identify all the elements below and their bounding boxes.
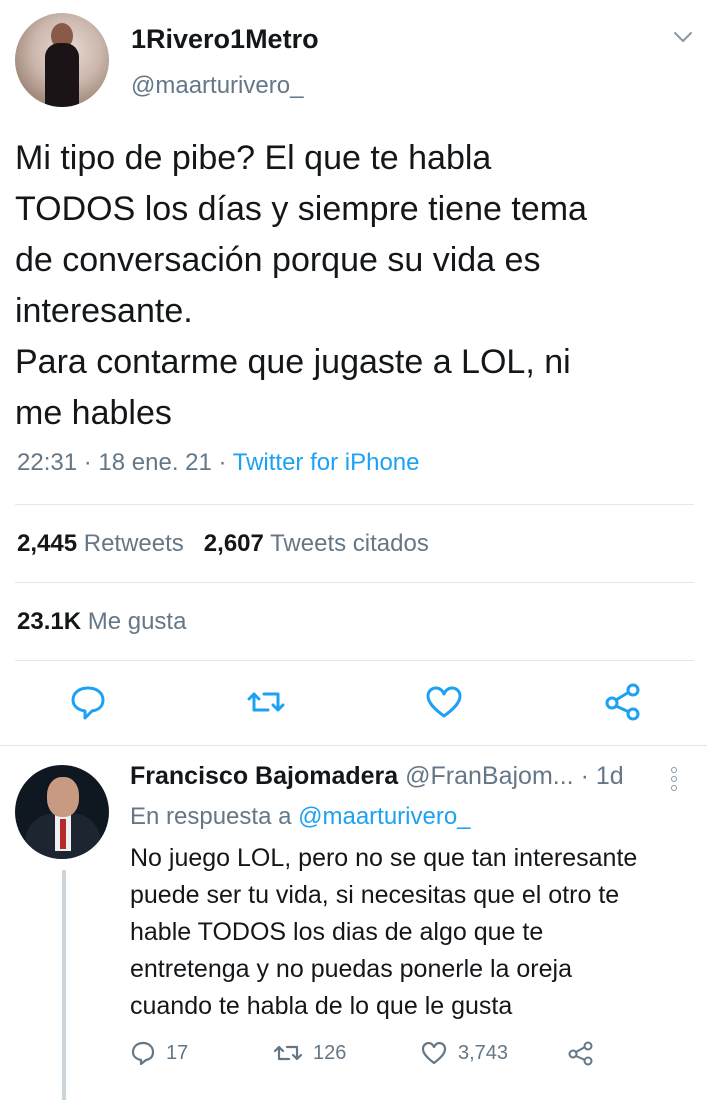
tweet-date: 18 ene. 21: [98, 449, 212, 476]
tweet-actions: [0, 680, 707, 730]
reply-actions: 17 126 3,743: [0, 1040, 707, 1080]
engagement-row: 2,445 Retweets 2,607 Tweets citados: [17, 530, 429, 558]
like-icon[interactable]: [424, 680, 464, 724]
reply-likes-count: 3,743: [458, 1041, 509, 1064]
retweets-stat[interactable]: 2,445 Retweets: [17, 530, 184, 557]
tweet-meta: 22:31 · 18 ene. 21 · Twitter for iPhone: [17, 449, 420, 476]
divider: [0, 745, 707, 746]
reply-retweets-count: 126: [313, 1041, 347, 1064]
share-icon[interactable]: [603, 680, 643, 724]
reply-icon: [131, 1041, 155, 1066]
like-icon: [421, 1041, 447, 1065]
divider: [15, 660, 694, 661]
reply-text: No juego LOL, pero no se que tan interes…: [130, 844, 638, 1020]
tweet-text: Mi tipo de pibe? El que te habla TODOS l…: [15, 139, 587, 432]
reply-author-avatar[interactable]: [15, 765, 109, 859]
quotes-stat[interactable]: 2,607 Tweets citados: [204, 530, 429, 557]
reply-age: · 1d: [580, 762, 624, 790]
reply-share-button[interactable]: [567, 1040, 595, 1066]
retweets-count: 2,445: [17, 530, 78, 557]
retweet-icon: [273, 1045, 303, 1061]
quotes-count: 2,607: [203, 530, 264, 557]
reply-header: Francisco Bajomadera @FranBajom... · 1d: [130, 762, 624, 791]
chevron-down-icon[interactable]: [672, 26, 694, 48]
likes-stat[interactable]: 23.1K Me gusta: [17, 608, 186, 636]
likes-label: Me gusta: [87, 608, 187, 635]
reply-author-name[interactable]: Francisco Bajomadera: [130, 762, 398, 790]
in-reply-to: En respuesta a @maarturivero_: [130, 803, 471, 831]
reply-author-handle[interactable]: @FranBajom...: [405, 762, 573, 790]
tweet-time: 22:31: [17, 449, 78, 476]
likes-count: 23.1K: [17, 608, 82, 635]
author-avatar[interactable]: [15, 13, 109, 107]
retweet-icon[interactable]: [246, 680, 286, 724]
author-display-name[interactable]: 1Rivero1Metro: [131, 24, 319, 55]
share-icon: [568, 1041, 593, 1066]
divider: [15, 504, 694, 505]
reply-replies-count: 17: [166, 1041, 189, 1064]
reply-like-button[interactable]: 3,743: [420, 1040, 508, 1066]
divider: [15, 582, 694, 583]
retweets-label: Retweets: [83, 530, 184, 557]
author-handle[interactable]: @maarturivero_: [131, 72, 303, 100]
tweet-source-link[interactable]: Twitter for iPhone: [233, 449, 420, 476]
reply-retweet-button[interactable]: 126: [273, 1040, 346, 1066]
quotes-label: Tweets citados: [270, 530, 429, 557]
in-reply-mention[interactable]: @maarturivero_: [298, 803, 470, 830]
more-options-icon[interactable]: [671, 767, 677, 794]
reply-icon[interactable]: [68, 680, 108, 724]
reply-reply-button[interactable]: 17: [130, 1040, 188, 1066]
in-reply-prefix: En respuesta a: [130, 803, 292, 830]
